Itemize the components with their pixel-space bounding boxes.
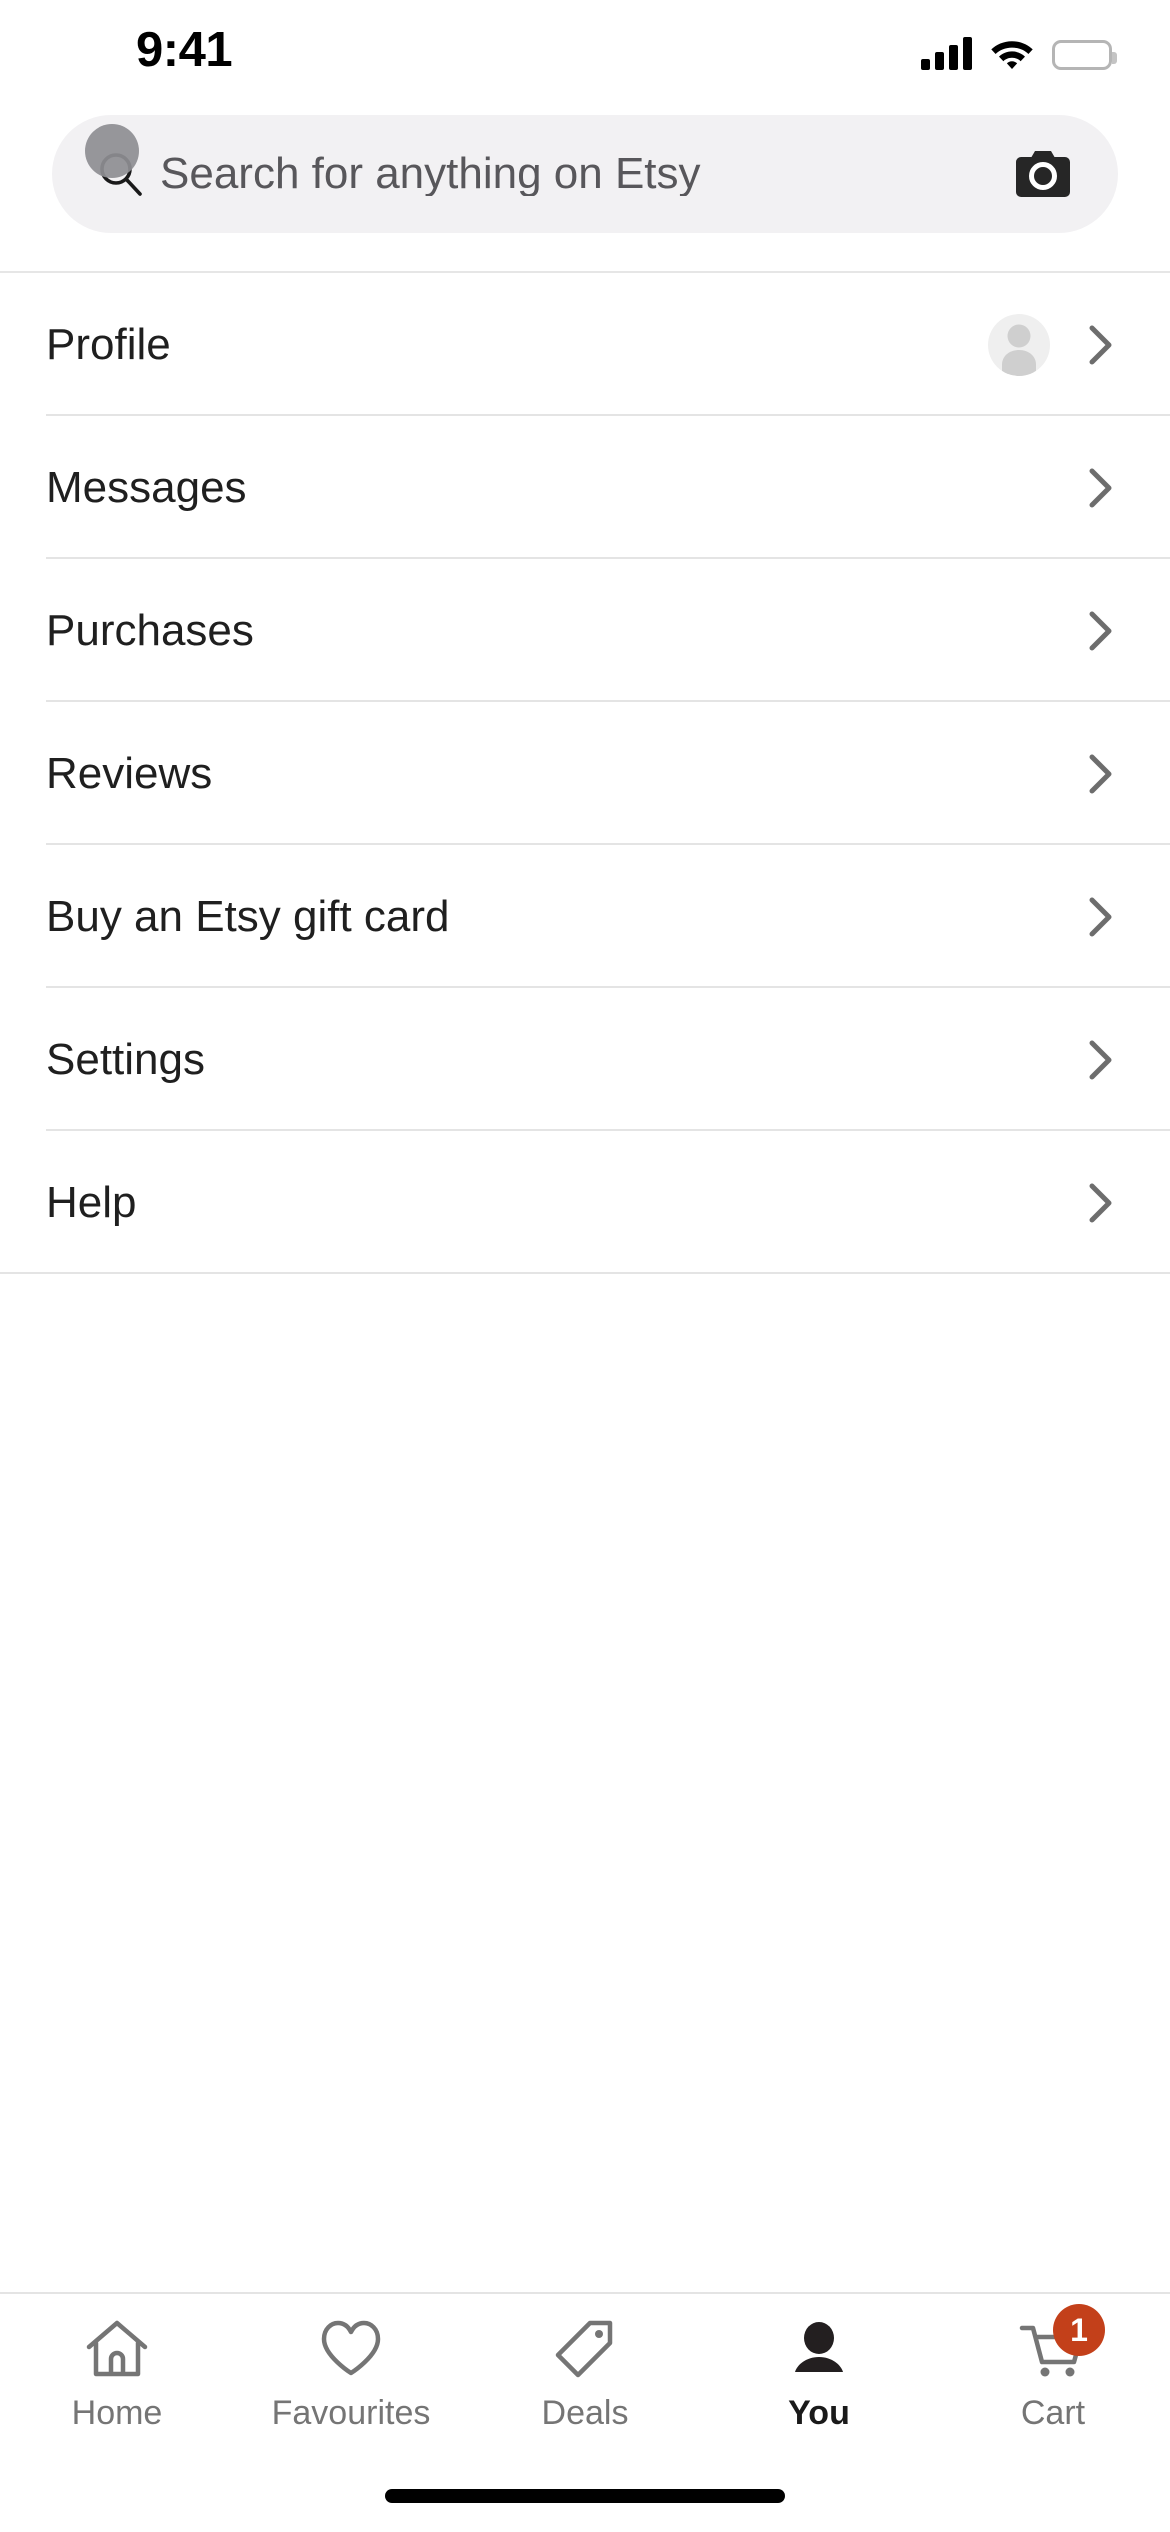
menu-item-label: Reviews bbox=[46, 748, 213, 798]
heart-icon bbox=[315, 2316, 387, 2382]
chevron-right-icon bbox=[1082, 1180, 1118, 1226]
menu-item-settings[interactable]: Settings bbox=[0, 988, 1170, 1131]
chevron-right-icon bbox=[1082, 608, 1118, 654]
tab-label: Cart bbox=[1020, 2394, 1086, 2432]
menu-item-reviews[interactable]: Reviews bbox=[0, 702, 1170, 845]
status-bar-time: 9:41 bbox=[136, 23, 233, 77]
tab-cart[interactable]: 1 Cart bbox=[936, 2304, 1170, 2432]
menu-item-label: Profile bbox=[46, 319, 171, 369]
cellular-signal-icon bbox=[921, 36, 972, 70]
chevron-right-icon bbox=[1082, 894, 1118, 940]
camera-search-button[interactable] bbox=[1014, 148, 1072, 200]
search-placeholder-text: Search for anything on Etsy bbox=[160, 152, 701, 196]
bottom-tab-bar: Home Favourites Deals You 1 Cart bbox=[0, 2292, 1170, 2460]
home-indicator-area bbox=[0, 2460, 1170, 2532]
menu-item-help[interactable]: Help bbox=[0, 1131, 1170, 1274]
menu-item-label: Buy an Etsy gift card bbox=[46, 891, 450, 941]
menu-item-messages[interactable]: Messages bbox=[0, 416, 1170, 559]
tab-label: Favourites bbox=[271, 2394, 431, 2432]
shopping-cart-icon: 1 bbox=[1017, 2304, 1105, 2382]
status-bar-indicators bbox=[921, 28, 1117, 70]
menu-item-profile[interactable]: Profile bbox=[0, 273, 1170, 416]
tab-label: Home bbox=[71, 2394, 163, 2432]
cart-badge: 1 bbox=[1053, 2304, 1105, 2356]
chevron-right-icon bbox=[1082, 751, 1118, 797]
search-input[interactable]: Search for anything on Etsy bbox=[52, 115, 1118, 233]
empty-content-area bbox=[0, 1274, 1170, 2292]
tab-label: You bbox=[788, 2394, 850, 2432]
status-bar: 9:41 bbox=[0, 0, 1170, 100]
tab-home[interactable]: Home bbox=[0, 2316, 234, 2430]
tab-favourites[interactable]: Favourites bbox=[234, 2316, 468, 2430]
menu-item-buy-gift-card[interactable]: Buy an Etsy gift card bbox=[0, 845, 1170, 988]
chevron-right-icon bbox=[1082, 322, 1118, 368]
menu-item-purchases[interactable]: Purchases bbox=[0, 559, 1170, 702]
menu-item-label: Settings bbox=[46, 1034, 205, 1084]
tab-deals[interactable]: Deals bbox=[468, 2316, 702, 2430]
app-screen: 9:41 Search for anything on Etsy Profile… bbox=[0, 0, 1170, 2532]
chevron-right-icon bbox=[1082, 465, 1118, 511]
camera-icon bbox=[1014, 148, 1072, 200]
menu-item-label: Messages bbox=[46, 462, 247, 512]
person-icon bbox=[783, 2316, 855, 2382]
tab-you[interactable]: You bbox=[702, 2316, 936, 2430]
tag-icon bbox=[549, 2316, 621, 2382]
wifi-icon bbox=[990, 37, 1034, 70]
menu-item-label: Purchases bbox=[46, 605, 254, 655]
home-indicator[interactable] bbox=[385, 2489, 785, 2503]
tab-label: Deals bbox=[541, 2394, 629, 2432]
menu-item-label: Help bbox=[46, 1177, 137, 1227]
search-bar-container: Search for anything on Etsy bbox=[0, 100, 1170, 271]
account-menu-list: Profile Messages Purchases Reviews Buy a… bbox=[0, 271, 1170, 1274]
search-icon bbox=[96, 149, 146, 199]
home-icon bbox=[81, 2316, 153, 2382]
battery-full-icon bbox=[1052, 40, 1117, 70]
avatar bbox=[988, 313, 1050, 376]
chevron-right-icon bbox=[1082, 1037, 1118, 1083]
